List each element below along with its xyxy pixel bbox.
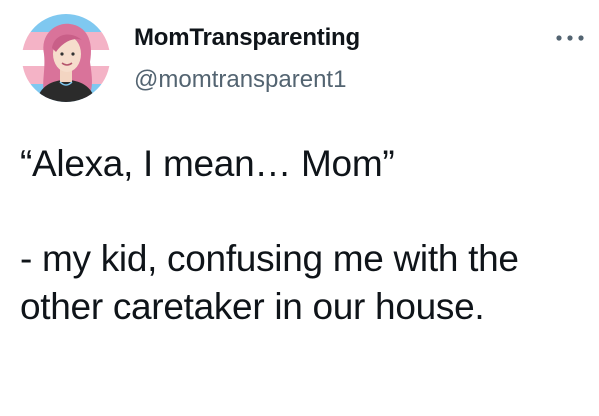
- tweet-caption: - my kid, confusing me with the other ca…: [20, 238, 519, 327]
- more-options-icon[interactable]: [554, 30, 586, 46]
- tweet-quote: “Alexa, I mean… Mom”: [20, 143, 395, 184]
- user-handle[interactable]: @momtransparent1: [134, 68, 346, 92]
- tweet-text: “Alexa, I mean… Mom” - my kid, confusing…: [20, 140, 590, 330]
- display-name[interactable]: MomTransparenting: [134, 26, 360, 50]
- avatar-illustration: [22, 14, 110, 102]
- avatar[interactable]: [22, 14, 110, 102]
- tweet-card: MomTransparenting @momtransparent1 “Alex…: [0, 0, 599, 416]
